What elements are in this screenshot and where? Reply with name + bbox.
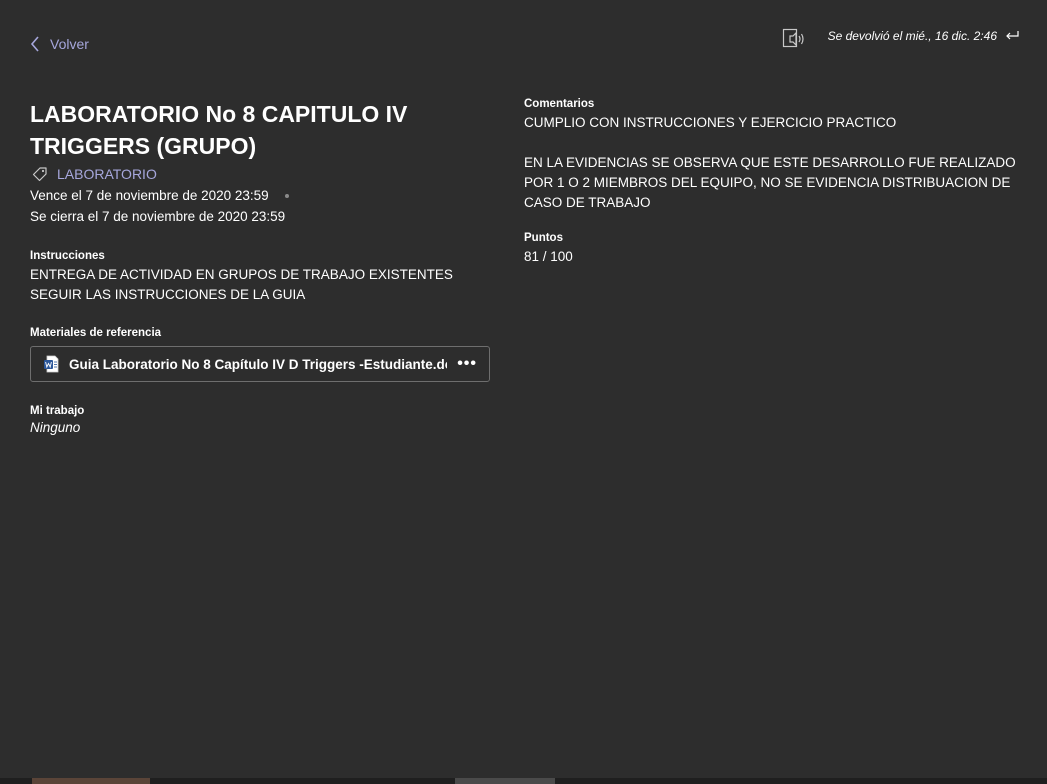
more-options-icon[interactable]: ••• — [457, 355, 477, 373]
points-section: Puntos 81 / 100 — [524, 232, 1024, 267]
comments-text: CUMPLIO CON INSTRUCCIONES Y EJERCICIO PR… — [524, 115, 1016, 210]
return-info: Se devolvió el mié., 16 dic. 2:46 — [828, 29, 1019, 43]
feedback-panel: Comentarios CUMPLIO CON INSTRUCCIONES Y … — [524, 98, 1024, 267]
immersive-reader-button[interactable] — [782, 28, 806, 50]
attachment-card[interactable]: Guia Laboratorio No 8 Capítulo IV D Trig… — [30, 346, 490, 382]
instructions-text: ENTREGA DE ACTIVIDAD EN GRUPOS DE TRABAJ… — [30, 267, 453, 302]
back-label: Volver — [50, 36, 89, 52]
materials-label: Materiales de referencia — [30, 327, 162, 339]
comments-section: Comentarios CUMPLIO CON INSTRUCCIONES Y … — [524, 98, 1024, 213]
close-date: Se cierra el 7 de noviembre de 2020 23:5… — [30, 209, 286, 224]
immersive-reader-icon — [782, 28, 804, 48]
instructions-label: Instrucciones — [30, 250, 105, 262]
due-date: Vence el 7 de noviembre de 2020 23:59 — [30, 185, 500, 206]
back-button[interactable]: Volver — [30, 36, 89, 52]
due-date-text: Vence el 7 de noviembre de 2020 23:59 — [30, 188, 269, 203]
category-tag: LABORATORIO — [30, 166, 500, 182]
thumbnail-1 — [32, 778, 150, 784]
chevron-left-icon — [30, 36, 39, 52]
attachment-name: Guia Laboratorio No 8 Capítulo IV D Trig… — [69, 356, 448, 372]
word-document-icon — [44, 355, 59, 373]
tag-icon — [32, 167, 47, 182]
comments-label: Comentarios — [524, 98, 595, 110]
category-label: LABORATORIO — [57, 166, 157, 182]
assignment-title: LABORATORIO No 8 CAPITULO IV TRIGGERS (G… — [30, 101, 408, 159]
separator-dot — [284, 194, 289, 199]
my-work-label: Mi trabajo — [30, 405, 85, 417]
points-value: 81 / 100 — [524, 249, 573, 264]
return-status-text: Se devolvió el mié., 16 dic. 2:46 — [827, 29, 997, 43]
return-arrow-icon — [1006, 31, 1019, 40]
assignment-page: Volver Se devolvió el mié., 16 dic. 2:46… — [0, 0, 1047, 784]
points-label: Puntos — [524, 232, 563, 244]
instructions-section: Instrucciones ENTREGA DE ACTIVIDAD EN GR… — [30, 250, 500, 305]
reference-materials-section: Materiales de referencia Guia Laboratori… — [30, 327, 500, 382]
my-work-value: Ninguno — [30, 420, 81, 435]
my-work-section: Mi trabajo Ninguno — [30, 405, 500, 438]
assignment-details: LABORATORIO No 8 CAPITULO IV TRIGGERS (G… — [30, 98, 500, 438]
thumbnail-2 — [455, 778, 555, 784]
